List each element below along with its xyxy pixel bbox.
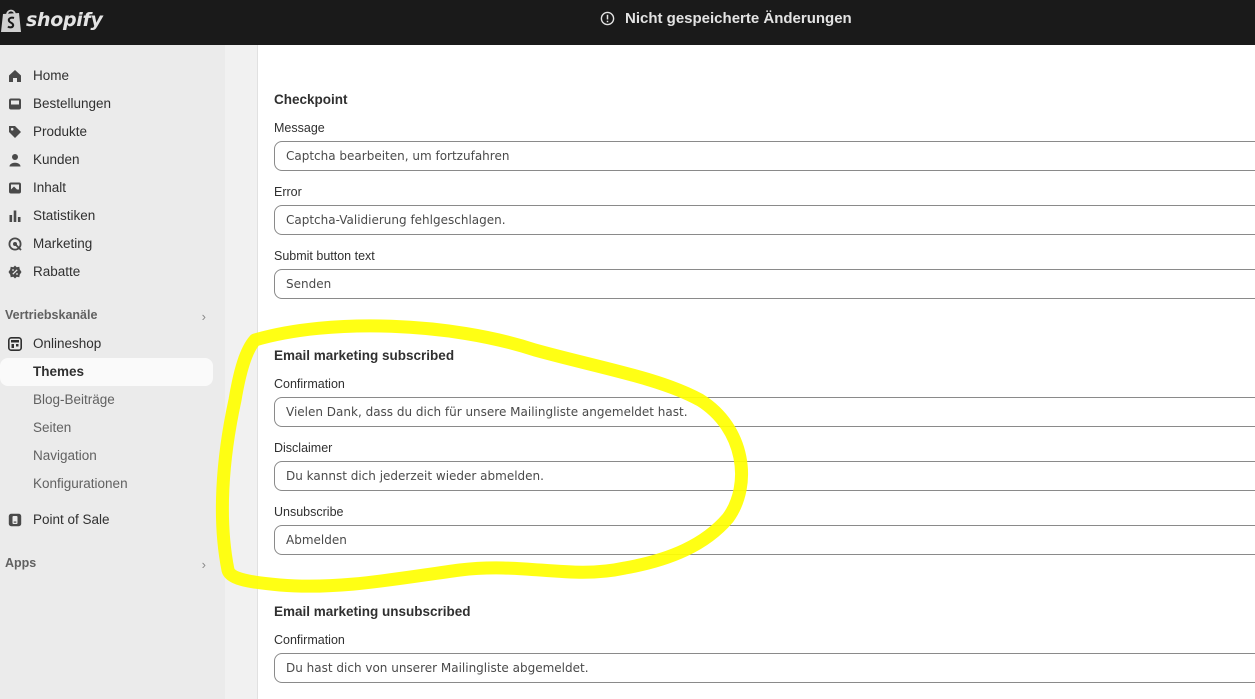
checkpoint-error-input[interactable]	[274, 205, 1255, 235]
tag-icon	[9, 126, 21, 138]
sidebar-item-label: Bestellungen	[33, 96, 112, 111]
disclaimer-label: Disclaimer	[274, 441, 333, 455]
sidebar-subitem-navigation[interactable]: Navigation	[0, 442, 213, 470]
apps-title: Apps	[5, 556, 37, 570]
image-icon	[9, 182, 21, 194]
chevron-right-icon: ›	[201, 557, 206, 572]
unsubscribe-label: Unsubscribe	[274, 505, 344, 519]
sidebar-item-label: Point of Sale	[33, 512, 110, 527]
error-label: Error	[274, 185, 302, 199]
sidebar-item-label: Marketing	[33, 236, 93, 251]
sidebar-item-content[interactable]: Inhalt	[0, 174, 213, 202]
confirmation-label: Confirmation	[274, 377, 345, 391]
subscribed-unsubscribe-input[interactable]	[274, 525, 1255, 555]
home-icon	[9, 70, 21, 82]
sidebar-subitem-blog-posts[interactable]: Blog-Beiträge	[0, 386, 213, 414]
unsaved-changes-text: Nicht gespeicherte Änderungen	[625, 9, 852, 27]
subscribed-title: Email marketing subscribed	[274, 348, 455, 363]
sidebar-item-label: Seiten	[33, 420, 72, 435]
sidebar: Home Bestellungen Produkte Kunden Inhalt…	[0, 45, 225, 699]
storefront-icon	[8, 337, 22, 351]
discount-icon	[8, 265, 22, 279]
shopify-logo[interactable]: shopify	[0, 5, 103, 35]
sidebar-item-online-store[interactable]: Onlineshop	[0, 330, 213, 358]
confirmation-label: Confirmation	[274, 633, 345, 647]
checkpoint-submit-input[interactable]	[274, 269, 1255, 299]
settings-panel: Checkpoint Message Error Submit button t…	[257, 45, 1255, 699]
apps-header[interactable]: Apps ›	[5, 556, 210, 576]
submit-button-text-label: Submit button text	[274, 249, 375, 263]
person-icon	[9, 154, 21, 167]
unsubscribed-confirmation-input[interactable]	[274, 653, 1255, 683]
sidebar-item-label: Onlineshop	[33, 336, 102, 351]
checkpoint-message-input[interactable]	[274, 141, 1255, 171]
checkpoint-title: Checkpoint	[274, 92, 348, 107]
sidebar-item-label: Inhalt	[33, 180, 67, 195]
unsaved-changes-indicator: Nicht gespeicherte Änderungen	[600, 9, 852, 27]
sales-channels-title: Vertriebskanäle	[5, 308, 98, 322]
sidebar-item-discounts[interactable]: Rabatte	[0, 258, 213, 286]
sidebar-item-label: Statistiken	[33, 208, 96, 223]
unsubscribed-title: Email marketing unsubscribed	[274, 604, 471, 619]
sidebar-item-products[interactable]: Produkte	[0, 118, 213, 146]
inbox-icon	[9, 98, 21, 110]
sidebar-subitem-preferences[interactable]: Konfigurationen	[0, 470, 213, 498]
sidebar-item-home[interactable]: Home	[0, 62, 213, 90]
sidebar-item-label: Rabatte	[33, 264, 81, 279]
message-label: Message	[274, 121, 325, 135]
sidebar-item-point-of-sale[interactable]: Point of Sale	[0, 506, 213, 534]
sidebar-subitem-themes[interactable]: Themes	[0, 358, 213, 386]
brand-name: shopify	[26, 9, 103, 31]
sidebar-subitem-pages[interactable]: Seiten	[0, 414, 213, 442]
subscribed-confirmation-input[interactable]	[274, 397, 1255, 427]
sidebar-item-customers[interactable]: Kunden	[0, 146, 213, 174]
sidebar-item-label: Themes	[33, 364, 85, 379]
sidebar-item-analytics[interactable]: Statistiken	[0, 202, 213, 230]
pos-icon	[8, 513, 22, 527]
sidebar-item-label: Home	[33, 68, 70, 83]
bar-chart-icon	[9, 210, 21, 222]
chevron-right-icon: ›	[201, 309, 206, 324]
alert-circle-icon	[600, 11, 615, 25]
sidebar-item-label: Produkte	[33, 124, 88, 139]
sidebar-item-marketing[interactable]: Marketing	[0, 230, 213, 258]
subscribed-disclaimer-input[interactable]	[274, 461, 1255, 491]
target-icon	[8, 237, 22, 251]
sales-channels-header[interactable]: Vertriebskanäle ›	[5, 308, 210, 328]
sidebar-item-label: Konfigurationen	[33, 476, 128, 491]
shopping-bag-icon	[1, 9, 21, 32]
sidebar-item-label: Navigation	[33, 448, 97, 463]
top-bar: shopify Nicht gespeicherte Änderungen	[0, 0, 1255, 45]
sidebar-item-orders[interactable]: Bestellungen	[0, 90, 213, 118]
sidebar-item-label: Kunden	[33, 152, 80, 167]
sidebar-item-label: Blog-Beiträge	[33, 392, 115, 407]
